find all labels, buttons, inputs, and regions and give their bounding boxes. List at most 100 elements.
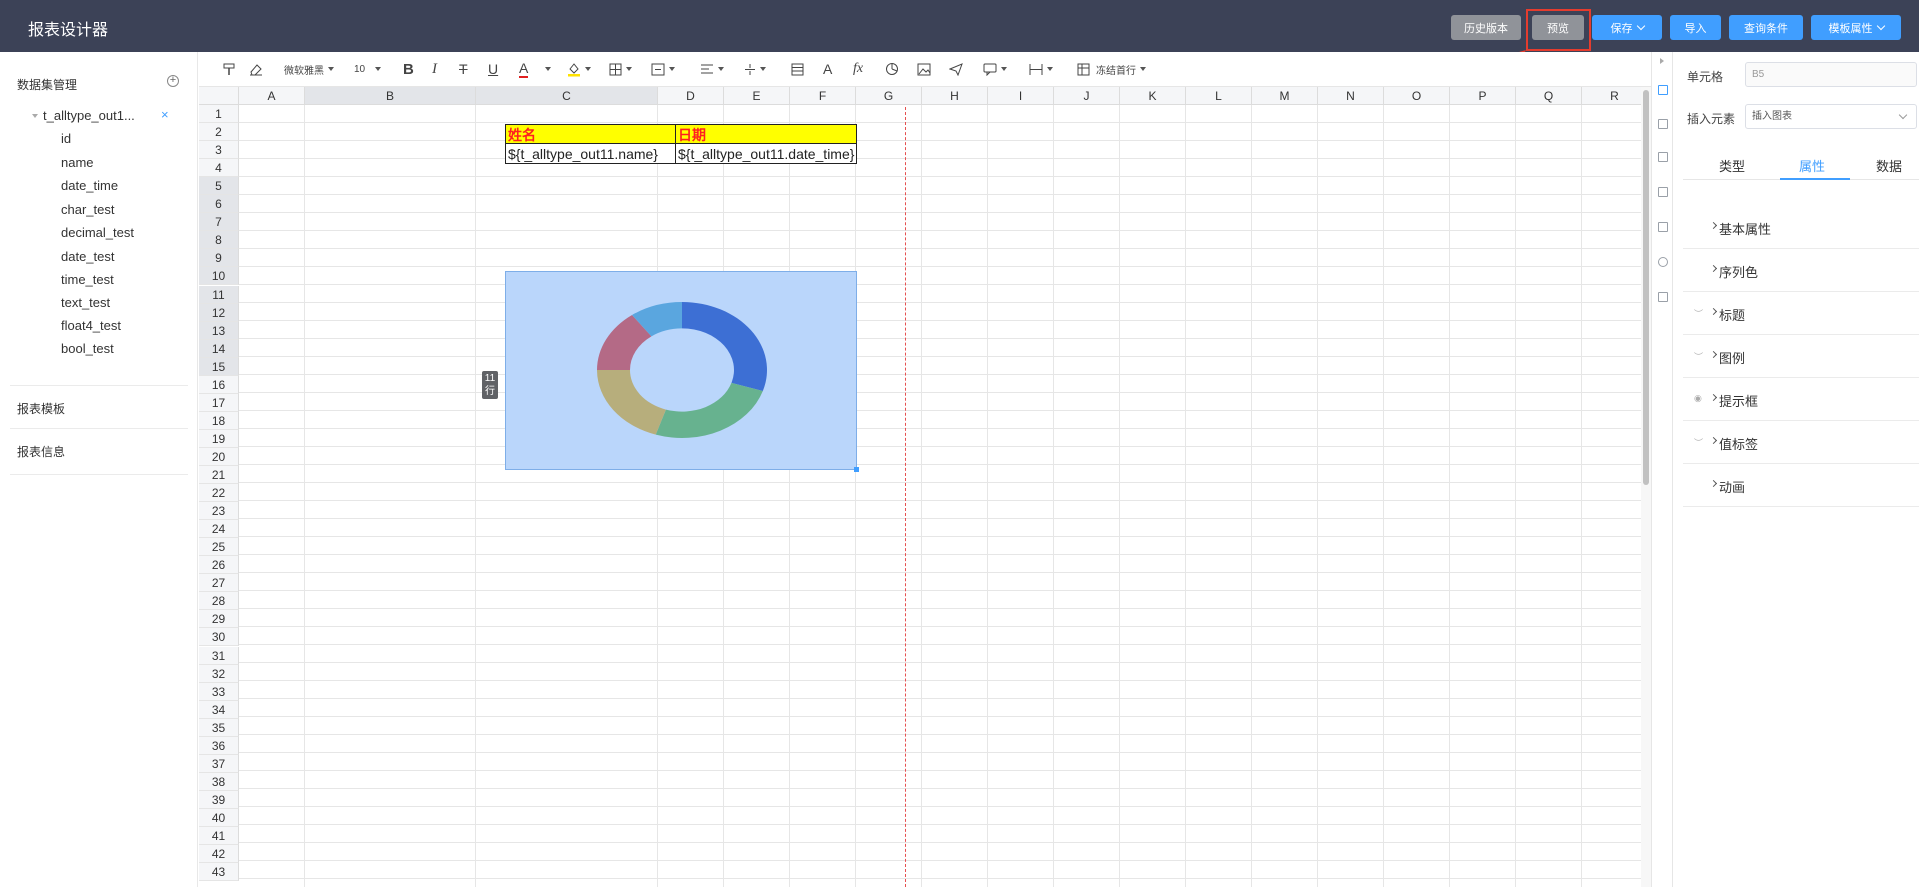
prop-series-color[interactable]: 序列色 bbox=[1683, 249, 1919, 292]
row-header[interactable]: 14 bbox=[199, 339, 239, 358]
row-header[interactable]: 38 bbox=[199, 772, 239, 791]
comment-icon[interactable] bbox=[983, 60, 1007, 78]
chart-placeholder[interactable] bbox=[505, 271, 857, 470]
cell-c2[interactable]: 日期 bbox=[675, 124, 857, 144]
column-header[interactable]: B bbox=[305, 87, 476, 105]
row-header[interactable]: 6 bbox=[199, 195, 239, 214]
row-header[interactable]: 10 bbox=[199, 267, 239, 286]
row-header[interactable]: 3 bbox=[199, 141, 239, 160]
row-header[interactable]: 12 bbox=[199, 303, 239, 322]
eraser-icon[interactable] bbox=[249, 60, 263, 78]
query-conditions-button[interactable]: 查询条件 bbox=[1729, 15, 1803, 40]
image-icon[interactable] bbox=[917, 60, 931, 78]
field-item[interactable]: decimal_test bbox=[61, 225, 134, 240]
row-header[interactable]: 32 bbox=[199, 664, 239, 683]
row-header[interactable]: 23 bbox=[199, 502, 239, 521]
field-item[interactable]: date_time bbox=[61, 178, 118, 193]
column-header[interactable]: L bbox=[1186, 87, 1252, 105]
column-width-icon[interactable] bbox=[1029, 60, 1053, 78]
prop-value-label[interactable]: ︶ 值标签 bbox=[1683, 421, 1919, 464]
prop-legend[interactable]: ︶ 图例 bbox=[1683, 335, 1919, 378]
prop-tooltip[interactable]: ◉ 提示框 bbox=[1683, 378, 1919, 421]
row-header[interactable]: 36 bbox=[199, 736, 239, 755]
column-header[interactable]: P bbox=[1450, 87, 1516, 105]
underline-icon[interactable]: U bbox=[488, 60, 498, 78]
row-header[interactable]: 21 bbox=[199, 466, 239, 485]
align-left-icon[interactable] bbox=[700, 60, 724, 78]
wrap-text-icon[interactable] bbox=[791, 60, 804, 78]
row-header[interactable]: 2 bbox=[199, 123, 239, 142]
column-header[interactable]: E bbox=[724, 87, 790, 105]
report-info-section[interactable]: 报表信息 bbox=[10, 428, 188, 475]
column-header[interactable]: I bbox=[988, 87, 1054, 105]
row-header[interactable]: 11 bbox=[199, 285, 239, 304]
row-header[interactable]: 34 bbox=[199, 700, 239, 719]
insert-element-select[interactable]: 插入图表 bbox=[1745, 104, 1917, 129]
tab-type[interactable]: 类型 bbox=[1719, 156, 1745, 175]
expand-arrow-icon[interactable] bbox=[1660, 58, 1664, 64]
row-header[interactable]: 41 bbox=[199, 827, 239, 846]
field-item[interactable]: id bbox=[61, 131, 71, 146]
tab-properties[interactable]: 属性 bbox=[1799, 156, 1825, 175]
cell-b2[interactable]: 姓名 bbox=[505, 124, 676, 144]
send-icon[interactable] bbox=[949, 60, 963, 78]
row-header[interactable]: 29 bbox=[199, 610, 239, 629]
row-header[interactable]: 8 bbox=[199, 231, 239, 250]
row-header[interactable]: 40 bbox=[199, 808, 239, 827]
row-header[interactable]: 22 bbox=[199, 484, 239, 503]
row-header[interactable]: 43 bbox=[199, 863, 239, 882]
prop-animation[interactable]: 动画 bbox=[1683, 464, 1919, 507]
column-header[interactable]: H bbox=[922, 87, 988, 105]
spreadsheet-grid[interactable]: ABCDEFGHIJKLMNOPQR 1 2 3 4 5 6 7 8 9 10 11 12 13 14 15… bbox=[199, 87, 1651, 887]
field-item[interactable]: char_test bbox=[61, 202, 114, 217]
column-header[interactable]: A bbox=[239, 87, 305, 105]
row-header[interactable]: 30 bbox=[199, 628, 239, 647]
column-header[interactable]: G bbox=[856, 87, 922, 105]
export-icon[interactable] bbox=[1658, 187, 1668, 197]
text-style-icon[interactable]: A bbox=[823, 60, 832, 78]
freeze-first-row-select[interactable]: 冻结首行 bbox=[1077, 60, 1146, 78]
eye-closed-icon[interactable]: ︶ bbox=[1694, 307, 1703, 320]
strikethrough-icon[interactable]: T bbox=[459, 60, 468, 78]
dataset-tree-root[interactable]: t_alltype_out1... bbox=[32, 108, 135, 123]
report-template-section[interactable]: 报表模板 bbox=[10, 385, 188, 431]
row-header[interactable]: 26 bbox=[199, 556, 239, 575]
template-properties-button[interactable]: 模板属性 bbox=[1811, 15, 1901, 40]
font-color-dropdown[interactable] bbox=[541, 60, 551, 78]
column-header[interactable]: R bbox=[1582, 87, 1648, 105]
history-version-button[interactable]: 历史版本 bbox=[1451, 15, 1521, 40]
eye-closed-icon[interactable]: ︶ bbox=[1694, 436, 1703, 449]
vertical-scrollbar[interactable] bbox=[1641, 87, 1651, 887]
select-all-corner[interactable] bbox=[199, 87, 239, 105]
row-header[interactable]: 16 bbox=[199, 375, 239, 394]
column-header[interactable]: N bbox=[1318, 87, 1384, 105]
field-item[interactable]: text_test bbox=[61, 295, 110, 310]
italic-icon[interactable]: I bbox=[432, 60, 437, 78]
column-header[interactable]: K bbox=[1120, 87, 1186, 105]
save-button[interactable]: 保存 bbox=[1592, 15, 1662, 40]
row-header[interactable]: 19 bbox=[199, 429, 239, 448]
column-header[interactable]: M bbox=[1252, 87, 1318, 105]
chart-icon[interactable] bbox=[885, 60, 899, 78]
formula-icon[interactable]: fx bbox=[853, 60, 863, 78]
vertical-align-icon[interactable] bbox=[744, 60, 766, 78]
row-header[interactable]: 15 bbox=[199, 357, 239, 376]
field-item[interactable]: date_test bbox=[61, 249, 115, 264]
border-icon[interactable] bbox=[609, 60, 632, 78]
prop-basic[interactable]: 基本属性 bbox=[1683, 206, 1919, 249]
cell-b3[interactable]: ${t_alltype_out11.name} bbox=[505, 143, 676, 164]
row-header[interactable]: 25 bbox=[199, 538, 239, 557]
import-button[interactable]: 导入 bbox=[1670, 15, 1721, 40]
close-icon[interactable]: × bbox=[161, 107, 169, 122]
font-color-icon[interactable]: A bbox=[519, 60, 529, 78]
row-header[interactable]: 24 bbox=[199, 520, 239, 539]
row-header[interactable]: 35 bbox=[199, 718, 239, 737]
row-header[interactable]: 13 bbox=[199, 321, 239, 340]
field-item[interactable]: time_test bbox=[61, 272, 114, 287]
field-item[interactable]: bool_test bbox=[61, 341, 114, 356]
format-painter-icon[interactable] bbox=[223, 60, 236, 78]
fill-color-icon[interactable] bbox=[567, 60, 591, 78]
row-header[interactable]: 1 bbox=[199, 105, 239, 124]
row-header[interactable]: 17 bbox=[199, 393, 239, 412]
column-header[interactable]: J bbox=[1054, 87, 1120, 105]
